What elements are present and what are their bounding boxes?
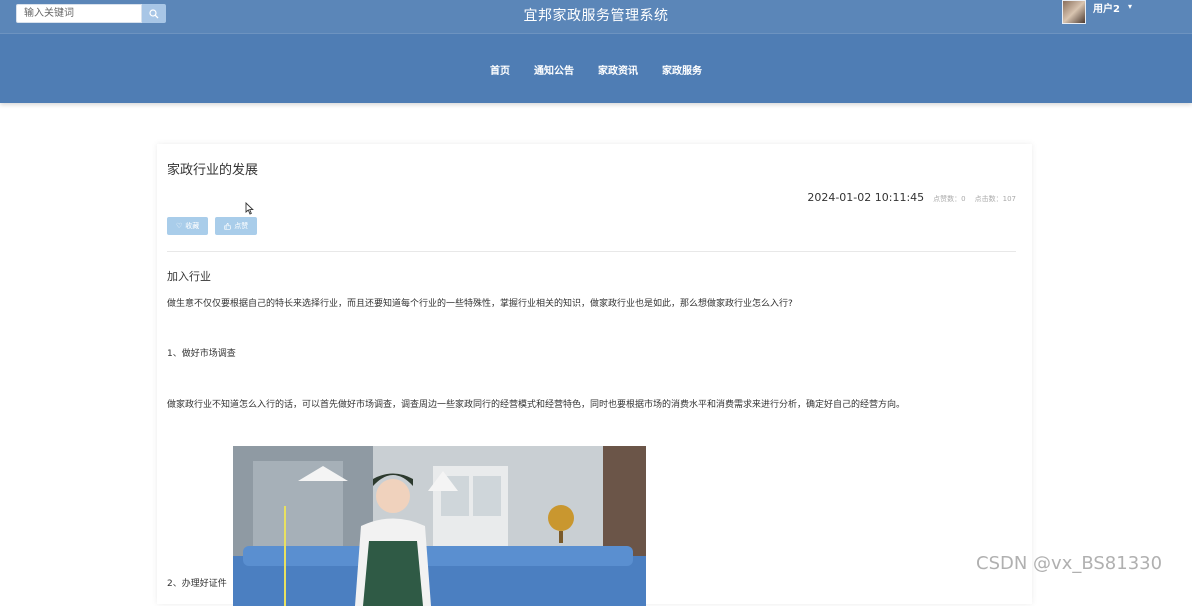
heart-icon: ♡ [176, 222, 183, 230]
click-count: 点击数：107 [974, 195, 1016, 203]
top-header: 宜邦家政服务管理系统 用户2 ▾ 首页 通知公告 家政资讯 家政服务 [0, 0, 1192, 103]
article-actions: ♡ 收藏 点赞 [167, 217, 258, 235]
publish-date: 2024-01-02 10:11:45 [807, 191, 925, 204]
housekeeper-photo-illustration [233, 446, 646, 606]
thumbs-up-icon [224, 222, 232, 230]
article-card: 家政行业的发展 2024-01-02 10:11:45 点赞数：0 点击数：10… [157, 144, 1032, 606]
like-label: 点赞 [234, 222, 249, 230]
nav-item-home[interactable]: 首页 [490, 62, 510, 77]
avatar[interactable] [1062, 0, 1086, 24]
divider [167, 251, 1016, 252]
nav-item-news[interactable]: 家政资讯 [598, 62, 638, 77]
user-name[interactable]: 用户2 [1093, 0, 1120, 15]
site-title: 宜邦家政服务管理系统 [523, 8, 669, 24]
main-nav: 首页 通知公告 家政资讯 家政服务 [0, 62, 1192, 77]
article-meta: 2024-01-02 10:11:45 点赞数：0 点击数：107 [807, 191, 1016, 204]
paragraph: 2、办理好证件 [167, 579, 227, 589]
article-title: 家政行业的发展 [167, 163, 259, 178]
mouse-cursor-icon [245, 202, 254, 215]
article-photo [233, 446, 646, 606]
nav-item-services[interactable]: 家政服务 [662, 62, 702, 77]
watermark: CSDN @vx_BS81330 [976, 553, 1163, 574]
paragraph: 1、做好市场调查 [167, 349, 236, 359]
section-heading: 加入行业 [167, 270, 211, 283]
paragraph: 做家政行业不知道怎么入行的话，可以首先做好市场调查，调查周边一些家政同行的经营模… [167, 400, 906, 410]
caret-down-icon[interactable]: ▾ [1128, 2, 1132, 11]
nav-item-notices[interactable]: 通知公告 [534, 62, 574, 77]
like-button[interactable]: 点赞 [215, 217, 258, 235]
header-divider [0, 33, 1192, 34]
like-count: 点赞数：0 [933, 195, 966, 203]
favorite-label: 收藏 [185, 222, 200, 230]
favorite-button[interactable]: ♡ 收藏 [167, 217, 209, 235]
user-menu[interactable]: 用户2 ▾ [1062, 0, 1132, 24]
paragraph: 做生意不仅仅要根据自己的特长来选择行业，而且还要知道每个行业的一些特殊性，掌握行… [167, 299, 793, 309]
